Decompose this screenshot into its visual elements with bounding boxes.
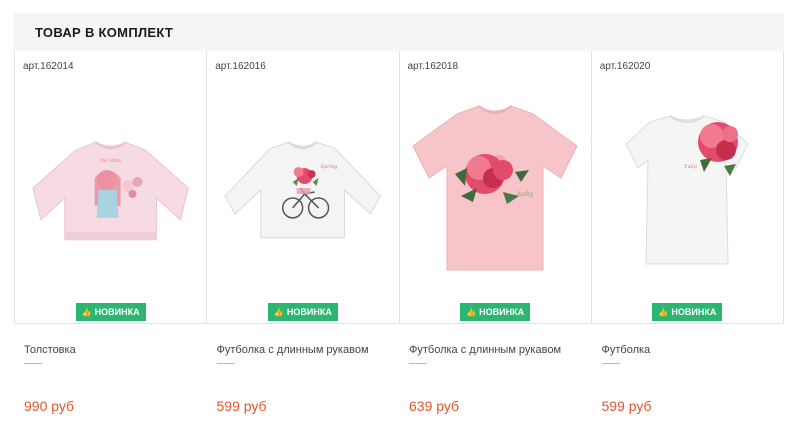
- product-price: 599 руб: [216, 398, 267, 414]
- product-sku: арт.162016: [215, 61, 266, 72]
- svg-text:Tulip: Tulip: [684, 164, 698, 170]
- product-card[interactable]: арт.162014 the little 👍 НОВИНКА: [15, 51, 208, 323]
- new-badge: 👍 НОВИНКА: [460, 303, 531, 321]
- product-name[interactable]: Футболка с длинным рукавом: [217, 344, 369, 356]
- product-card[interactable]: арт.162020 Tulip 👍 НОВИНКА: [591, 51, 783, 323]
- section-title: ТОВАР В КОМПЛЕКТ: [14, 13, 784, 51]
- product-sku: арт.162014: [23, 61, 74, 72]
- product-info: Футболка 599 руб: [592, 324, 785, 424]
- divider: [216, 363, 235, 364]
- divider: [601, 363, 620, 364]
- product-card[interactable]: арт.162018 lucky 👍 НОВИНКА: [399, 51, 592, 323]
- svg-text:the little: the little: [100, 158, 121, 164]
- divider: [409, 363, 427, 364]
- thumbs-up-icon: 👍: [658, 307, 669, 317]
- product-price: 990 руб: [24, 398, 75, 414]
- new-badge: 👍 НОВИНКА: [652, 303, 723, 321]
- product-price: 599 руб: [601, 398, 652, 414]
- new-badge: 👍 НОВИНКА: [267, 303, 338, 321]
- badge-label: НОВИНКА: [479, 307, 525, 317]
- product-info-row: Толстовка 990 руб Футболка с длинным рук…: [14, 324, 784, 424]
- thumbs-up-icon: 👍: [273, 307, 284, 317]
- product-card[interactable]: арт.162016 Spring 👍 НОВИНКА: [207, 51, 400, 323]
- product-info: Толстовка 990 руб: [14, 324, 207, 424]
- product-image[interactable]: lucky: [406, 93, 585, 283]
- product-sku: арт.162018: [407, 61, 459, 72]
- svg-text:lucky: lucky: [517, 191, 534, 198]
- thumbs-up-icon: 👍: [466, 307, 477, 317]
- product-name[interactable]: Футболка: [602, 344, 651, 356]
- pink-tshirt-image: lucky: [412, 105, 578, 271]
- badge-label: НОВИНКА: [671, 307, 717, 317]
- badge-label: НОВИНКА: [286, 307, 332, 317]
- product-image[interactable]: the little: [21, 93, 200, 283]
- thumbs-up-icon: 👍: [81, 307, 92, 317]
- product-grid: арт.162014 the little 👍 НОВИНКА арт.1620…: [14, 51, 784, 324]
- white-longsleeve-image: Spring: [224, 141, 382, 239]
- product-info: Футболка с длинным рукавом 599 руб: [207, 324, 400, 424]
- product-sku: арт.162020: [599, 61, 651, 72]
- product-info: Футболка с длинным рукавом 639 руб: [399, 324, 592, 424]
- white-tshirt-image: Tulip: [625, 115, 749, 265]
- product-price: 639 руб: [409, 398, 460, 414]
- product-name[interactable]: Толстовка: [24, 344, 76, 356]
- divider: [24, 363, 42, 364]
- new-badge: 👍 НОВИНКА: [75, 303, 146, 321]
- pink-sweatshirt-image: the little: [32, 141, 189, 241]
- svg-text:Spring: Spring: [321, 164, 338, 170]
- product-image[interactable]: Spring: [213, 93, 392, 283]
- product-name[interactable]: Футболка с длинным рукавом: [409, 344, 561, 356]
- badge-label: НОВИНКА: [94, 307, 140, 317]
- product-image[interactable]: Tulip: [598, 93, 777, 283]
- kit-section: ТОВАР В КОМПЛЕКТ арт.162014 the little 👍…: [14, 13, 784, 424]
